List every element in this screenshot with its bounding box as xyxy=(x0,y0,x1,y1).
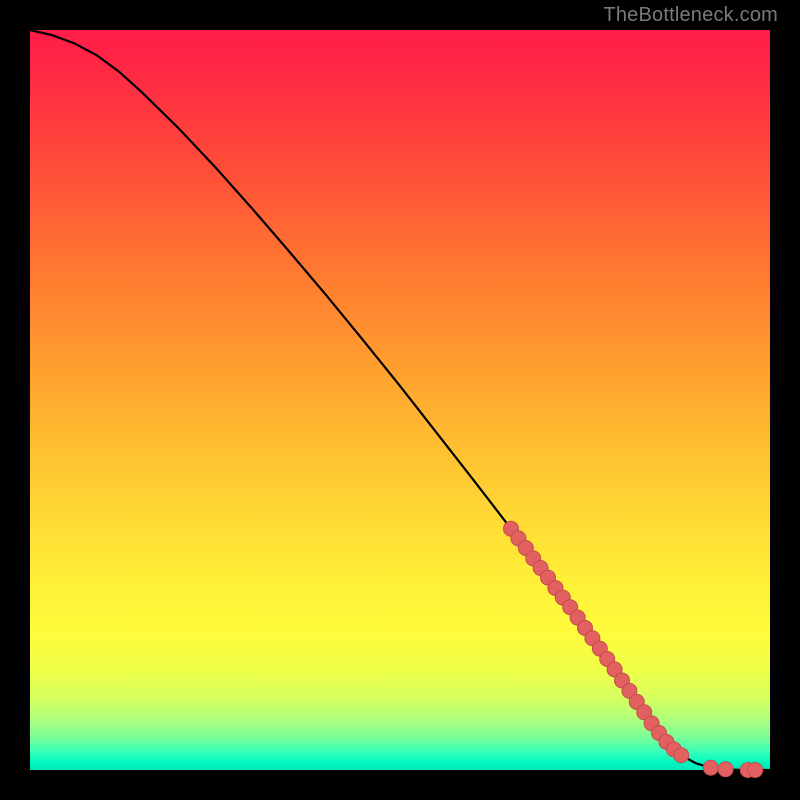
curve-line xyxy=(30,30,770,770)
data-marker xyxy=(703,760,718,775)
data-marker xyxy=(718,762,733,777)
chart-svg xyxy=(30,30,770,770)
marker-group xyxy=(504,521,763,777)
chart-frame: TheBottleneck.com xyxy=(0,0,800,800)
watermark-text: TheBottleneck.com xyxy=(603,4,778,27)
data-marker xyxy=(748,763,763,778)
data-marker xyxy=(674,748,689,763)
plot-area xyxy=(30,30,770,770)
